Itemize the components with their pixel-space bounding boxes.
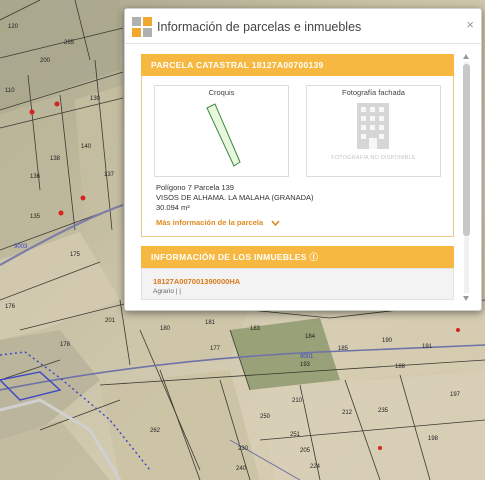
scroll-down-arrow-icon[interactable] <box>463 296 469 301</box>
popup-header[interactable]: Información de parcelas e inmuebles × <box>125 9 481 44</box>
map-label: 240 <box>236 466 247 472</box>
parcel-area: 30.094 m² <box>156 203 190 212</box>
map-label: 210 <box>292 398 303 404</box>
map-label: 251 <box>290 432 301 438</box>
map-label: 180 <box>160 326 171 332</box>
inmueble-list-item[interactable]: 18127A007001390000HA Agrario | | <box>141 268 454 300</box>
map-label: 175 <box>70 252 81 258</box>
map-label: 212 <box>342 410 353 416</box>
map-label: 135 <box>30 214 41 220</box>
inmueble-reference-link[interactable]: 18127A007001390000HA <box>153 277 240 286</box>
map-label: 205 <box>300 448 311 454</box>
map-label: 185 <box>338 346 349 352</box>
map-label: 138 <box>50 156 61 162</box>
inmuebles-section-header[interactable]: INFORMACIÓN DE LOS INMUEBLES ⓘ <box>141 246 454 268</box>
map-label: 224 <box>310 464 321 470</box>
map-label: 176 <box>5 304 16 310</box>
parcel-info-popup: Información de parcelas e inmuebles × PA… <box>124 8 482 311</box>
chevron-down-icon <box>271 220 280 227</box>
map-label: 120 <box>8 24 19 30</box>
map-label: 177 <box>210 346 221 352</box>
map-label: 137 <box>104 172 115 178</box>
map-label: 9003 <box>14 244 28 250</box>
parcel-sketch <box>206 103 241 167</box>
parcel-location-line: Polígono 7 Parcela 139 <box>156 183 234 192</box>
map-label: 230 <box>238 446 249 452</box>
fachada-photo-card[interactable]: Fotografía fachada FOTOGRAFÍA NO DISPONI… <box>306 85 441 177</box>
parcela-section: Croquis Fotografía fachada FOTOGRAFÍA NO… <box>141 76 454 237</box>
fachada-placeholder-text: FOTOGRAFÍA NO DISPONIBLE <box>331 155 416 161</box>
map-label: 136 <box>30 174 41 180</box>
map-label: 197 <box>450 392 461 398</box>
popup-scrollbar[interactable] <box>462 54 471 301</box>
map-label: 190 <box>382 338 393 344</box>
map-label: 110 <box>5 88 15 94</box>
map-label: 181 <box>205 320 216 326</box>
map-label: 200 <box>40 58 51 64</box>
scroll-up-arrow-icon[interactable] <box>463 54 469 59</box>
map-label: 193 <box>300 362 311 368</box>
map-label: 184 <box>305 334 316 340</box>
map-label: 130 <box>90 96 101 102</box>
popup-title: Información de parcelas e inmuebles <box>157 20 362 34</box>
catastro-logo-icon <box>132 17 152 37</box>
map-label: 183 <box>250 326 261 332</box>
map-label: 201 <box>105 318 116 324</box>
scroll-thumb[interactable] <box>463 64 470 236</box>
parcela-section-header: PARCELA CATASTRAL 18127A00700139 <box>141 54 454 76</box>
map-label: 140 <box>81 144 92 150</box>
map-label: 262 <box>150 428 161 434</box>
map-label: 198 <box>428 436 439 442</box>
more-parcel-info-link[interactable]: Más información de la parcela <box>156 218 280 227</box>
building-placeholder-icon <box>357 103 389 149</box>
map-label: 235 <box>378 408 389 414</box>
map-label: 265 <box>64 40 75 46</box>
parcel-address-line: VISOS DE ALHAMA. LA MALAHA (GRANADA) <box>156 193 314 202</box>
inmueble-use: Agrario | | <box>153 288 181 295</box>
map-label: 188 <box>395 364 406 370</box>
croquis-card[interactable]: Croquis <box>154 85 289 177</box>
popup-body[interactable]: PARCELA CATASTRAL 18127A00700139 Croquis… <box>141 54 454 300</box>
map-label: 178 <box>60 342 71 348</box>
map-label: 250 <box>260 414 271 420</box>
more-parcel-info-label: Más información de la parcela <box>156 218 264 227</box>
map-label: 9001 <box>300 354 314 360</box>
close-icon[interactable]: × <box>466 17 474 32</box>
map-label: 191 <box>422 344 433 350</box>
